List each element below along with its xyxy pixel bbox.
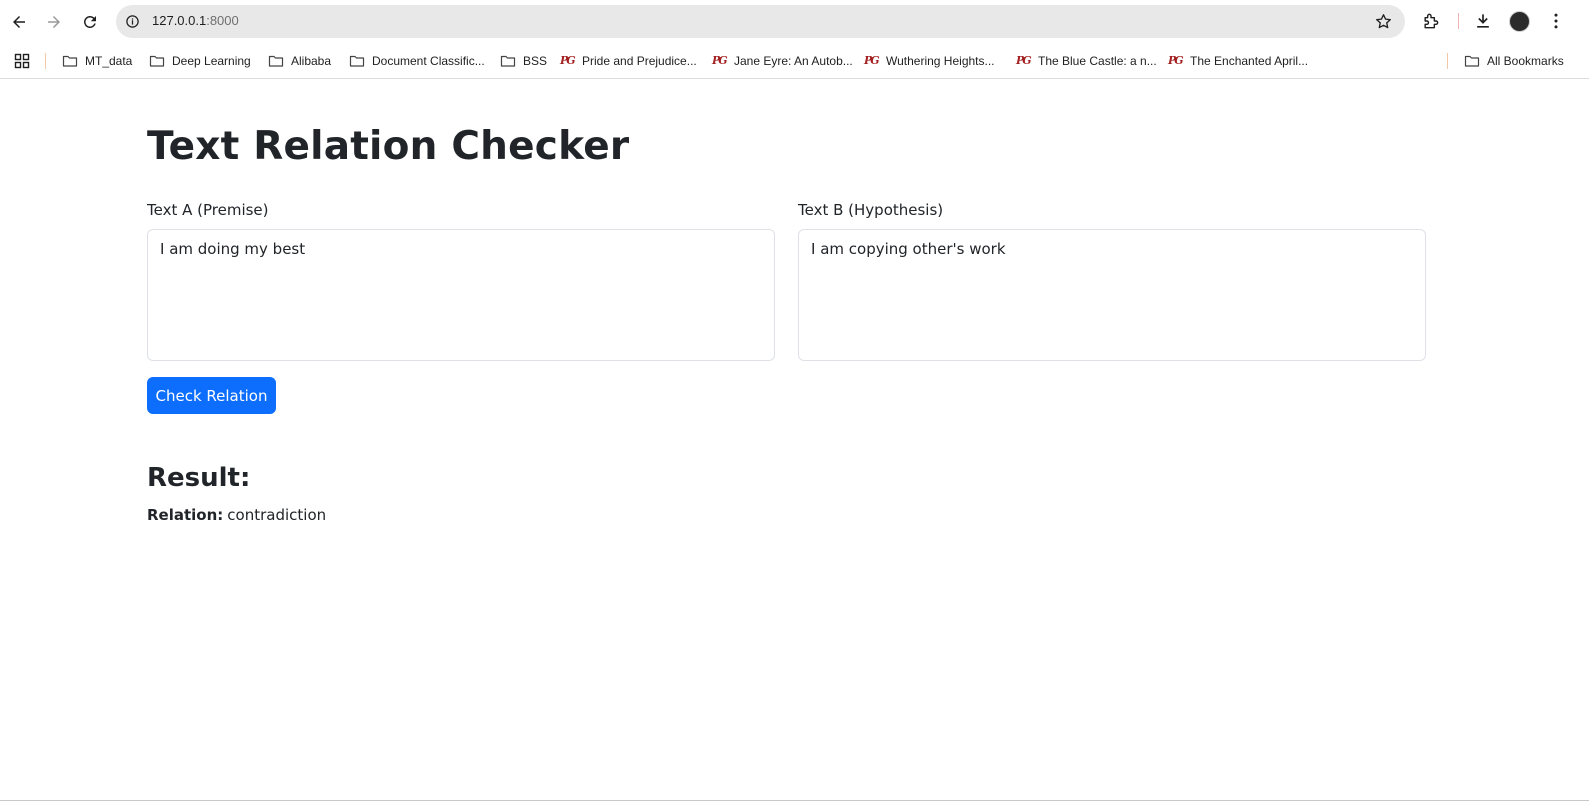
bookmark-label: Deep Learning [172, 54, 251, 68]
browser-toolbar: 127.0.0.1:8000 [0, 0, 1589, 43]
bookmark-folder[interactable]: BSS [500, 51, 547, 71]
bookmark-link[interactable]: PG Pride and Prejudice... [560, 51, 697, 71]
folder-icon [149, 55, 165, 67]
back-button[interactable] [5, 8, 33, 36]
kebab-menu-icon[interactable] [1545, 10, 1567, 32]
bookmark-label: The Blue Castle: a n... [1038, 54, 1157, 68]
text-b-label: Text B (Hypothesis) [798, 201, 944, 219]
text-a-input[interactable]: I am doing my best [147, 229, 775, 361]
bookmark-folder[interactable]: MT_data [62, 51, 132, 71]
bookmark-link[interactable]: PG The Blue Castle: a n... [1016, 51, 1157, 71]
bookmark-link[interactable]: PG The Enchanted April... [1168, 51, 1308, 71]
bookmark-label: The Enchanted April... [1190, 54, 1309, 68]
bookmark-label: Jane Eyre: An Autob... [734, 54, 853, 68]
bookmarks-divider [45, 53, 46, 69]
text-b-input[interactable]: I am copying other's work [798, 229, 1426, 361]
result-line: Relation: contradiction [147, 506, 326, 524]
pg-icon: PG [1168, 54, 1184, 67]
reload-button[interactable] [76, 8, 104, 36]
folder-icon [1464, 55, 1480, 67]
bookmark-folder[interactable]: Document Classific... [349, 51, 485, 71]
bookmark-label: Alibaba [291, 54, 332, 68]
all-bookmarks-button[interactable]: All Bookmarks [1464, 51, 1564, 71]
info-icon[interactable] [122, 11, 143, 32]
forward-button[interactable] [40, 8, 68, 36]
download-icon[interactable] [1472, 10, 1494, 32]
all-bookmarks-label: All Bookmarks [1487, 54, 1564, 68]
apps-button[interactable] [14, 51, 37, 71]
folder-icon [268, 55, 284, 67]
bookmark-folder[interactable]: Deep Learning [149, 51, 251, 71]
folder-icon [500, 55, 516, 67]
bookmark-label: Pride and Prejudice... [582, 54, 697, 68]
profile-avatar[interactable] [1509, 11, 1530, 32]
url-port: :8000 [206, 13, 239, 28]
apps-grid-icon [14, 53, 30, 69]
toolbar-divider [1458, 13, 1459, 29]
bookmarks-bar: MT_data Deep Learning Alibaba Document C… [0, 43, 1589, 79]
text-a-label: Text A (Premise) [147, 201, 269, 219]
bookmark-link[interactable]: PG Wuthering Heights... [864, 51, 995, 71]
relation-label: Relation: [147, 506, 224, 524]
url-host: 127.0.0.1 [152, 13, 207, 28]
pg-icon: PG [560, 54, 576, 67]
page-title: Text Relation Checker [147, 124, 630, 169]
pg-icon: PG [1016, 54, 1032, 67]
relation-value: contradiction [227, 506, 327, 524]
bookmark-label: MT_data [85, 54, 133, 68]
pg-icon: PG [712, 54, 728, 67]
folder-icon [349, 55, 365, 67]
check-relation-button[interactable]: Check Relation [147, 377, 276, 414]
arrow-left-icon [13, 16, 25, 28]
url-text: 127.0.0.1:8000 [152, 13, 239, 28]
result-heading: Result: [147, 463, 251, 493]
pg-icon: PG [864, 54, 880, 67]
arrow-right-icon [48, 16, 60, 28]
puzzle-icon[interactable] [1420, 10, 1442, 32]
bookmark-link[interactable]: PG Jane Eyre: An Autob... [712, 51, 853, 71]
window-bottom-border [0, 800, 1589, 801]
bookmark-label: BSS [523, 54, 548, 68]
bookmarks-divider [1447, 53, 1448, 69]
star-icon[interactable] [1374, 12, 1393, 31]
bookmark-label: Wuthering Heights... [886, 54, 995, 68]
reload-icon [83, 15, 96, 28]
bookmark-label: Document Classific... [372, 54, 485, 68]
bookmark-folder[interactable]: Alibaba [268, 51, 331, 71]
folder-icon [62, 55, 78, 67]
address-bar[interactable]: 127.0.0.1:8000 [116, 5, 1405, 38]
